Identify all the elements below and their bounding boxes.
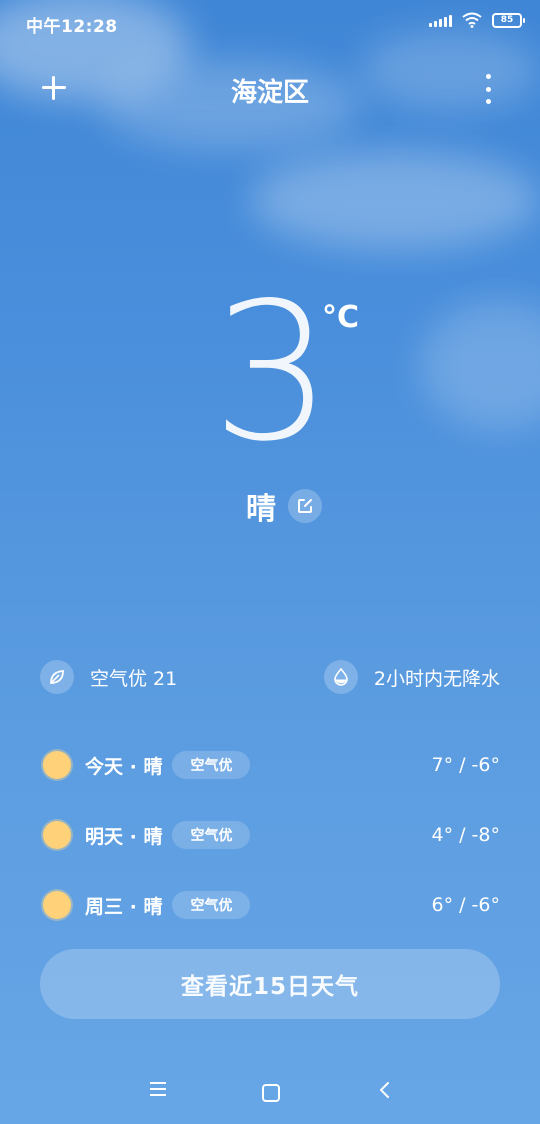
precipitation-item[interactable]: 2小时内无降水 — [323, 660, 500, 694]
cloud-decoration — [250, 150, 540, 250]
back-icon[interactable] — [378, 1081, 390, 1099]
temperature-value: 3 — [211, 262, 333, 483]
leaf-icon — [40, 660, 74, 694]
home-icon[interactable] — [262, 1084, 280, 1102]
menu-line — [150, 1082, 166, 1084]
forecast-temp: 7° / -6° — [431, 754, 500, 776]
status-time: 中午12:28 — [26, 17, 118, 37]
more-dot — [485, 86, 491, 92]
forecast-temp: 6° / -6° — [431, 894, 500, 916]
current-temperature: 3 °C — [0, 278, 540, 468]
status-bar: 中午12:28 85 — [0, 0, 540, 46]
location-title: 海淀区 — [230, 78, 309, 108]
temperature-unit: °C — [322, 300, 360, 335]
sun-icon — [43, 821, 71, 849]
forecast-label: 今天 · 晴 — [85, 755, 163, 778]
forecast-label: 周三 · 晴 — [85, 895, 163, 918]
forecast-list: 今天 · 晴 空气优 7° / -6° 明天 · 晴 空气优 4° / -8° … — [40, 730, 500, 940]
aqi-badge: 空气优 — [172, 751, 251, 779]
navigation-bar — [0, 1064, 540, 1120]
menu-icon[interactable] — [150, 1082, 166, 1096]
forecast-row-today[interactable]: 今天 · 晴 空气优 7° / -6° — [40, 730, 500, 800]
condition-row: 晴 — [0, 484, 540, 528]
status-icons: 85 — [429, 12, 525, 28]
air-quality-text: 空气优 21 — [90, 667, 178, 690]
forecast-temp: 4° / -8° — [431, 824, 500, 846]
precipitation-text: 2小时内无降水 — [373, 667, 500, 690]
menu-line — [150, 1094, 166, 1096]
water-drop-icon — [323, 660, 358, 694]
header: 海淀区 — [0, 62, 540, 116]
edit-icon — [298, 499, 312, 513]
air-quality-item[interactable]: 空气优 21 — [40, 660, 177, 694]
weather-screen: 中午12:28 85 海淀区 3 °C 晴 空气优 21 2小时内无降水 今天 … — [0, 0, 540, 1124]
forecast-row-wednesday[interactable]: 周三 · 晴 空气优 6° / -6° — [40, 870, 500, 940]
forecast-row-tomorrow[interactable]: 明天 · 晴 空气优 4° / -8° — [40, 800, 500, 870]
more-options-button[interactable] — [474, 74, 502, 104]
more-dot — [485, 74, 491, 79]
info-row: 空气优 21 2小时内无降水 — [40, 658, 500, 696]
view-15-day-forecast-button[interactable]: 查看近15日天气 — [40, 949, 500, 1019]
forecast-label: 明天 · 晴 — [85, 825, 163, 848]
aqi-badge: 空气优 — [172, 891, 251, 919]
sun-icon — [43, 751, 71, 779]
sun-icon — [43, 891, 71, 919]
battery-icon: 85 — [492, 12, 525, 28]
more-dot — [485, 99, 491, 104]
aqi-badge: 空气优 — [172, 821, 251, 849]
wifi-icon — [462, 12, 482, 28]
edit-condition-button[interactable] — [288, 489, 322, 523]
condition-text: 晴 — [246, 492, 276, 527]
menu-line — [150, 1088, 166, 1090]
signal-icon — [429, 13, 452, 27]
